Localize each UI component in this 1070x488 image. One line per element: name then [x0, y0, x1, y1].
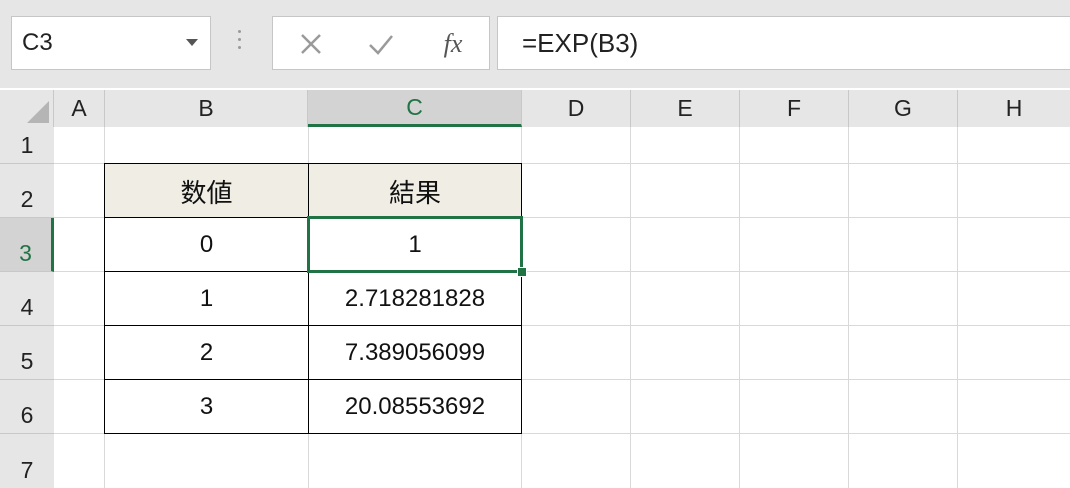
cell-b4[interactable]: 1	[105, 272, 308, 326]
cell-b5[interactable]: 2	[105, 326, 308, 380]
row-header-2[interactable]: 2	[0, 164, 54, 218]
column-header-d[interactable]: D	[522, 90, 631, 127]
cell-b3[interactable]: 0	[105, 218, 308, 272]
column-header-a[interactable]: A	[54, 90, 105, 127]
table-border	[104, 379, 522, 380]
row-header-1[interactable]: 1	[0, 127, 54, 164]
table-border	[104, 163, 105, 434]
grip-icon	[238, 30, 242, 56]
table-border	[521, 163, 522, 434]
table-border	[104, 325, 522, 326]
column-header-f[interactable]: F	[740, 90, 849, 127]
fx-label: fx	[443, 29, 463, 58]
fill-handle[interactable]	[517, 267, 527, 277]
cell-c2[interactable]: 結果	[309, 164, 521, 218]
column-header-h[interactable]: H	[958, 90, 1070, 127]
cell-b2[interactable]: 数値	[105, 164, 308, 218]
table-border	[104, 163, 522, 164]
cell-c5[interactable]: 7.389056099	[309, 326, 521, 380]
check-icon[interactable]	[361, 29, 401, 59]
row-header-3[interactable]: 3	[0, 218, 54, 272]
formula-buttons: fx	[272, 16, 490, 70]
table-border	[104, 433, 522, 434]
chevron-down-icon[interactable]	[186, 39, 198, 46]
active-cell-selection	[307, 216, 523, 273]
close-icon[interactable]	[291, 29, 331, 59]
row-header-4[interactable]: 4	[0, 272, 54, 326]
cell-c4[interactable]: 2.718281828	[309, 272, 521, 326]
name-box-value: C3	[22, 29, 53, 56]
formula-input[interactable]: =EXP(B3)	[497, 16, 1070, 70]
column-header-c[interactable]: C	[308, 90, 522, 127]
cell-c6[interactable]: 20.08553692	[309, 380, 521, 434]
cell-b6[interactable]: 3	[105, 380, 308, 434]
row-header-7[interactable]: 7	[0, 434, 54, 488]
column-header-g[interactable]: G	[849, 90, 958, 127]
row-header-6[interactable]: 6	[0, 380, 54, 434]
name-box[interactable]: C3	[11, 16, 211, 70]
formula-text: =EXP(B3)	[522, 28, 639, 58]
insert-function-button[interactable]: fx	[433, 29, 473, 59]
column-header-e[interactable]: E	[631, 90, 740, 127]
column-header-b[interactable]: B	[105, 90, 308, 127]
table-border	[308, 163, 309, 434]
select-all-button[interactable]	[0, 90, 54, 127]
row-header-5[interactable]: 5	[0, 326, 54, 380]
